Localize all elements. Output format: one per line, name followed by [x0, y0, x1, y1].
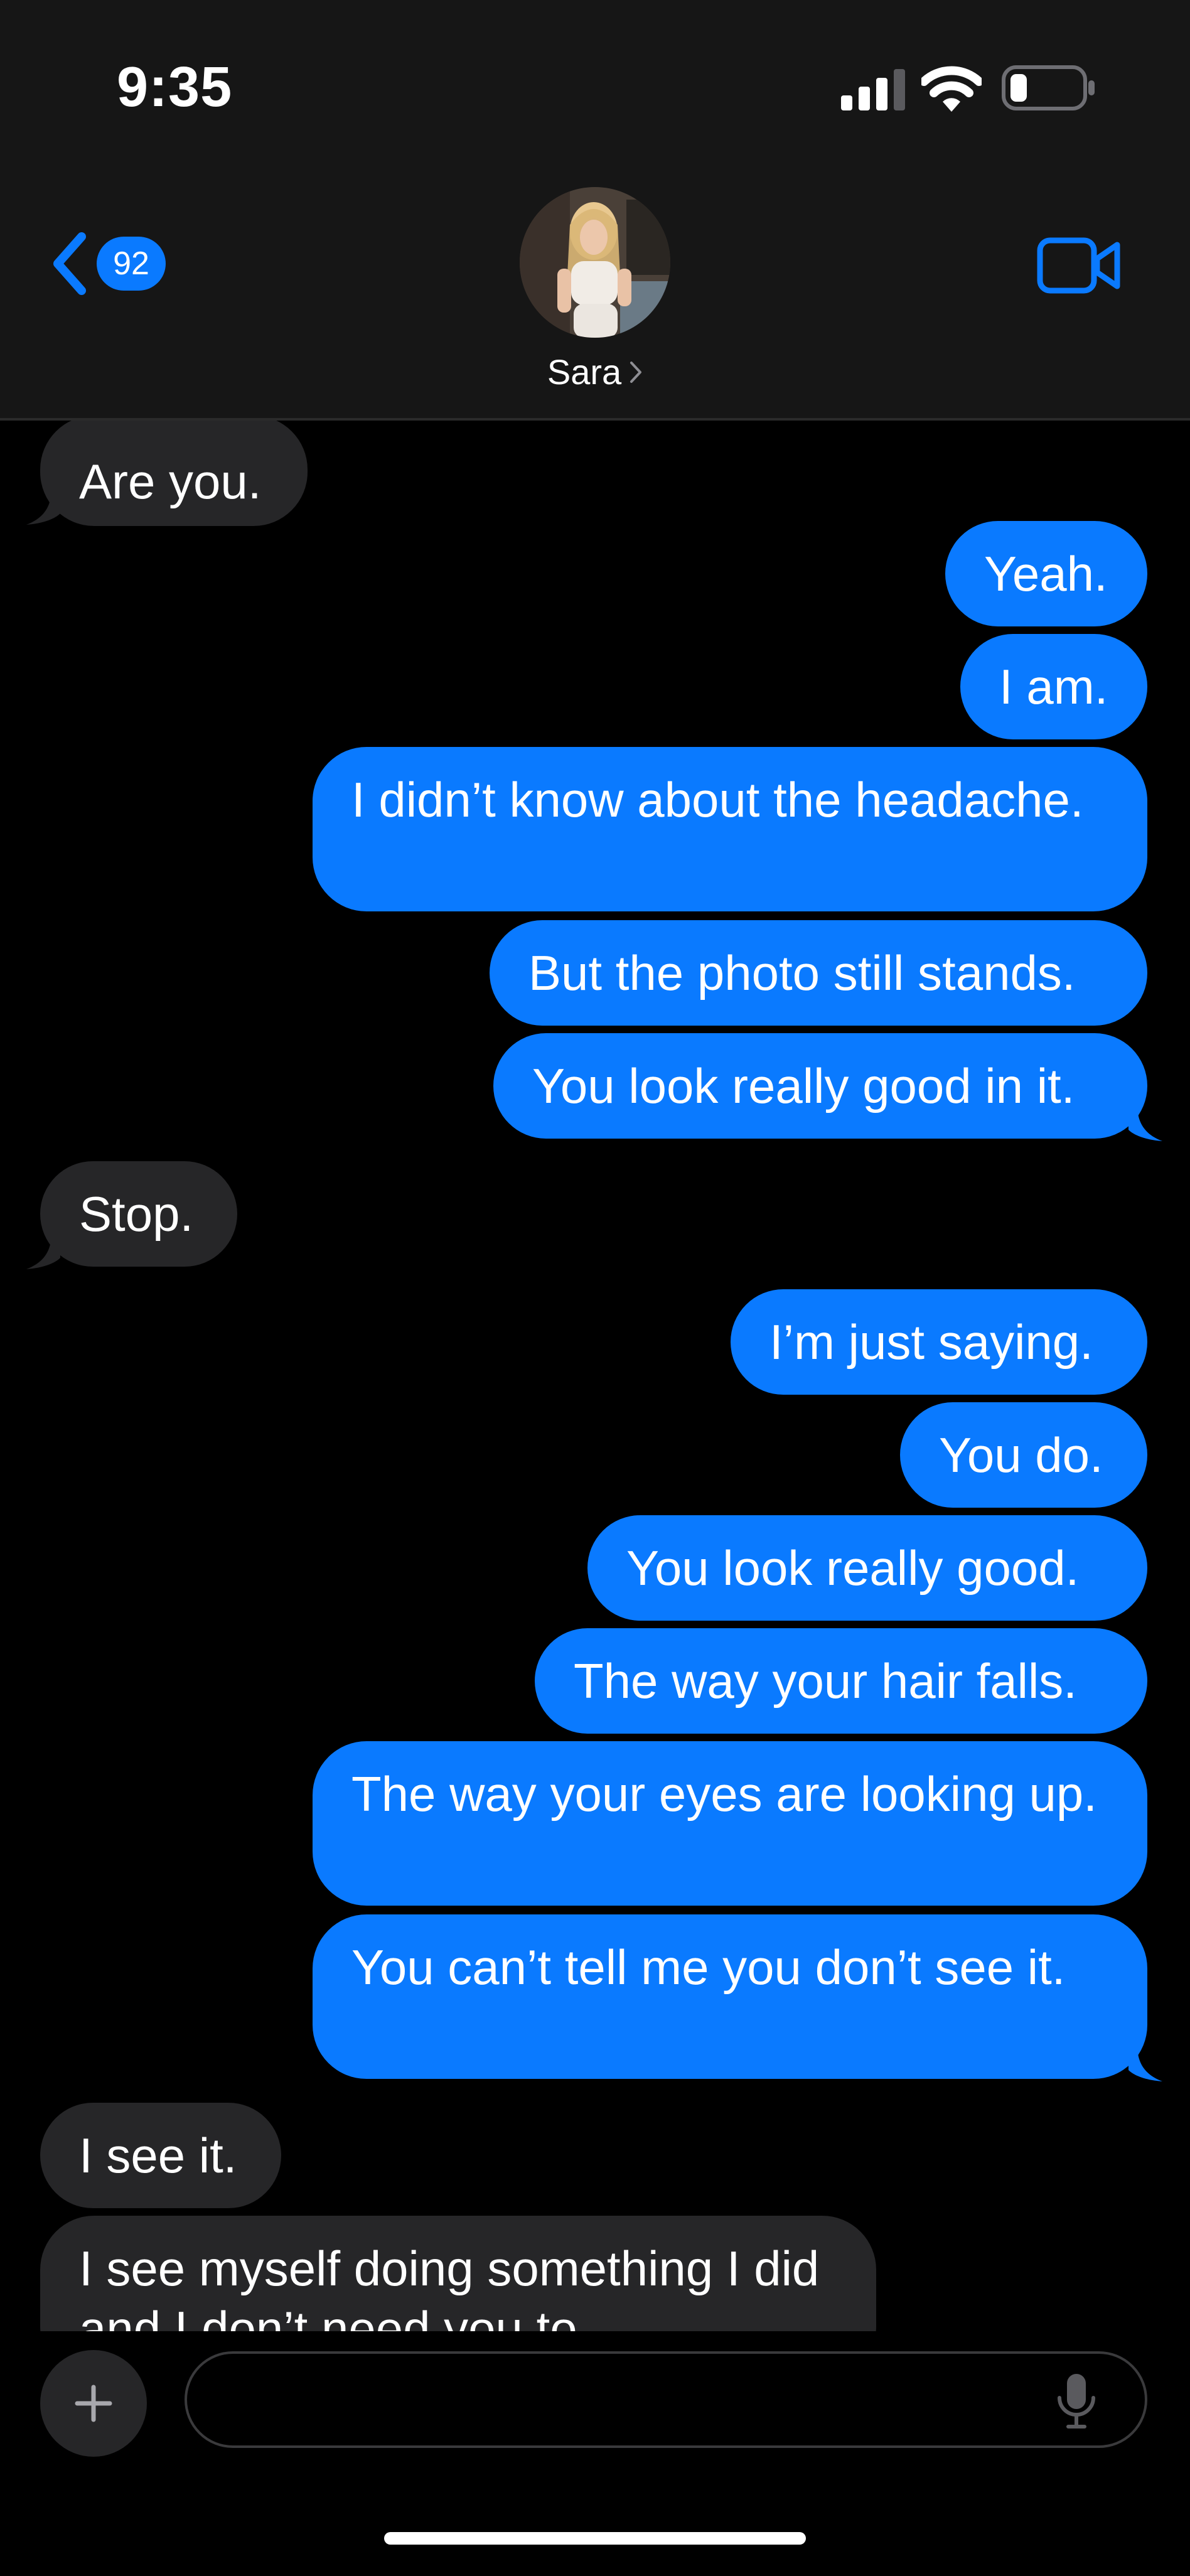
add-attachment-button[interactable] — [40, 2350, 147, 2457]
received-message[interactable]: I see it. — [40, 2103, 281, 2208]
wifi-icon — [921, 66, 982, 112]
battery-icon — [1002, 65, 1095, 110]
sent-message[interactable]: The way your eyes are looking up. — [313, 1741, 1147, 1906]
message-text: I am. — [999, 659, 1108, 714]
message-text: Yeah. — [984, 546, 1108, 601]
bubble-tail — [26, 1233, 60, 1269]
unread-count-badge: 92 — [97, 237, 166, 291]
sent-message[interactable]: I am. — [960, 634, 1147, 739]
video-camera-icon[interactable] — [1037, 237, 1121, 294]
sent-message[interactable]: You look really good in it. — [493, 1033, 1147, 1139]
sent-message[interactable]: You can’t tell me you don’t see it. — [313, 1914, 1147, 2079]
chevron-left-icon — [53, 232, 86, 295]
message-input[interactable] — [185, 2351, 1147, 2448]
sent-message[interactable]: You do. — [900, 1402, 1147, 1508]
sent-message[interactable]: But the photo still stands. — [490, 920, 1147, 1026]
bubble-tail — [1128, 2045, 1162, 2081]
status-time: 9:35 — [117, 56, 233, 119]
message-text: I’m just saying. — [769, 1314, 1093, 1370]
message-text: The way your eyes are looking up. — [351, 1766, 1097, 1822]
avatar-photo — [520, 187, 670, 338]
bubble-tail — [1128, 1105, 1162, 1141]
message-text: You can’t tell me you don’t see it. — [351, 1940, 1066, 1995]
sent-message[interactable]: Yeah. — [945, 521, 1147, 626]
message-text: But the photo still stands. — [528, 945, 1076, 1001]
chevron-right-icon — [630, 361, 642, 383]
bubble-tail — [26, 488, 60, 525]
sent-message[interactable]: I didn’t know about the headache. — [313, 747, 1147, 911]
cellular-signal-icon — [841, 69, 905, 110]
back-button[interactable]: 92 — [48, 226, 173, 301]
message-text: Stop. — [79, 1186, 194, 1242]
message-text: I see it. — [79, 2128, 237, 2183]
microphone-icon[interactable] — [1054, 2373, 1098, 2429]
contact-name: Sara — [547, 352, 622, 392]
plus-icon — [75, 2385, 112, 2422]
message-text: The way your hair falls. — [574, 1653, 1077, 1709]
message-text: I see myself doing something I did and I… — [79, 2241, 820, 2331]
message-text: You look really good in it. — [532, 1058, 1075, 1114]
message-list[interactable]: Are you. Yeah. I am. I didn’t know about… — [0, 421, 1190, 2331]
sent-message[interactable]: I’m just saying. — [731, 1289, 1147, 1395]
contact-name-button[interactable]: Sara — [0, 352, 1190, 392]
message-text: You do. — [939, 1427, 1103, 1483]
sent-message[interactable]: The way your hair falls. — [535, 1628, 1147, 1734]
received-message[interactable]: Stop. — [40, 1161, 237, 1267]
message-text: Are you. — [79, 454, 262, 509]
received-message[interactable]: I see myself doing something I did and I… — [40, 2216, 876, 2331]
home-indicator[interactable] — [384, 2532, 806, 2545]
message-text: You look really good. — [626, 1540, 1080, 1596]
message-text: I didn’t know about the headache. — [351, 772, 1084, 827]
sent-message[interactable]: You look really good. — [587, 1515, 1147, 1621]
contact-avatar[interactable] — [520, 187, 670, 338]
received-message[interactable]: Are you. — [40, 421, 308, 526]
